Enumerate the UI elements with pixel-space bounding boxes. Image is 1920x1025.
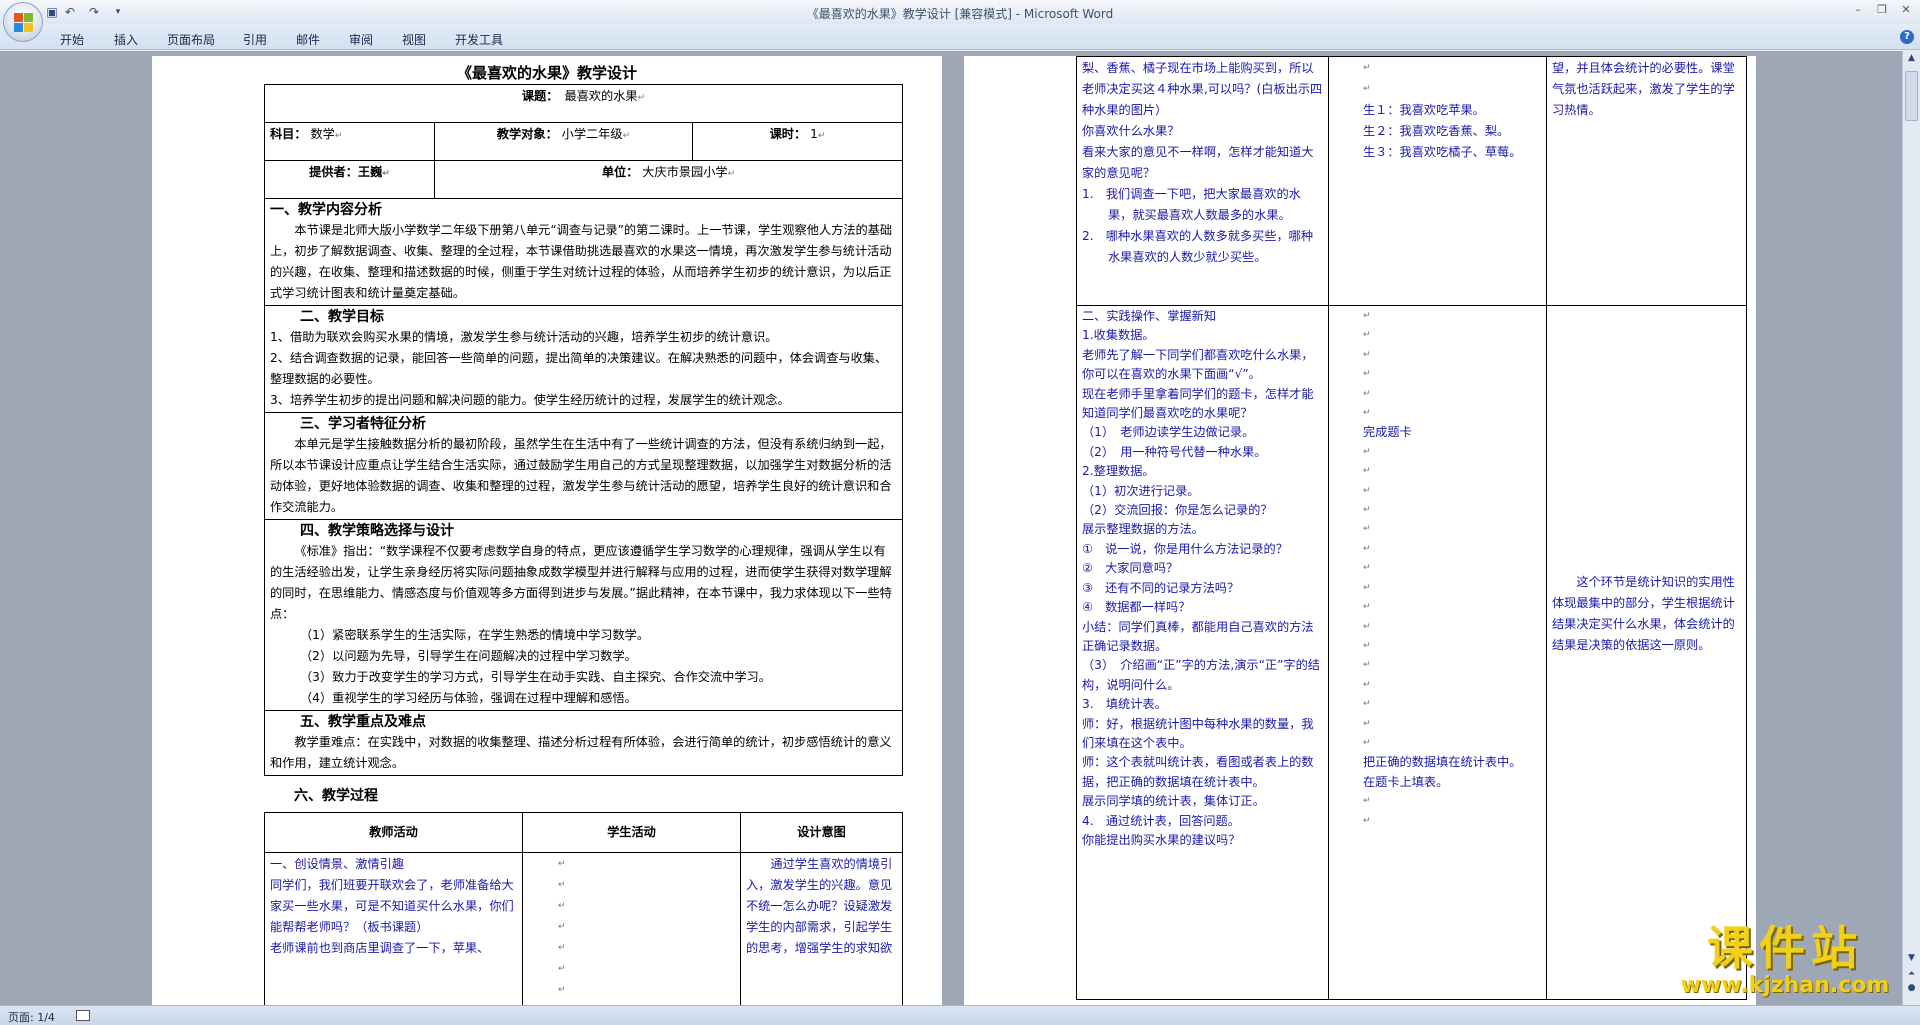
vertical-scrollbar[interactable]: ▲ ▼ ⏶ ● xyxy=(1902,51,1920,1005)
previous-page-icon[interactable]: ⏶ xyxy=(1905,969,1918,982)
tab-references[interactable]: 引用 xyxy=(243,31,267,48)
design-intent-cell-2[interactable]: 望，并且体会统计的必要性。课堂气氛也活跃起来，激发了学生的学习热情。 xyxy=(1546,56,1747,306)
tab-developer[interactable]: 开发工具 xyxy=(455,31,503,48)
scrollbar-thumb[interactable] xyxy=(1905,71,1918,121)
proofing-icon[interactable] xyxy=(76,1010,90,1021)
teacher-activity-cell-3[interactable]: 二、实践操作、掌握新知 1.收集数据。 老师先了解一下同学们都喜欢吃什么水果，你可以… xyxy=(1076,305,1329,1000)
help-icon[interactable]: ? xyxy=(1900,30,1914,44)
document-page-1[interactable]: 《最喜欢的水果》教学设计 课题： 最喜欢的水果↵ 科目： 数学↵ 教学对象： 小… xyxy=(152,56,942,1005)
section-content-analysis[interactable]: 一、教学内容分析 本节课是北师大版小学数学二年级下册第八单元“调查与记录”的第二课… xyxy=(263,198,904,306)
site-watermark: 课件站 www.kjzhan.com xyxy=(1665,922,1905,1002)
watermark-main: 课件站 xyxy=(1707,921,1863,975)
topic-row[interactable]: 课题： 最喜欢的水果↵ xyxy=(263,84,904,123)
design-intent-cell[interactable]: 通过学生喜欢的情境引入，激发学生的兴趣。意见不统一怎么办呢？设疑激发学生的内部需… xyxy=(740,852,903,1005)
select-browse-object-icon[interactable]: ● xyxy=(1905,983,1918,996)
provider-cell[interactable]: 提供者：王巍↵ xyxy=(264,160,435,199)
section-strategy[interactable]: 四、教学策略选择与设计 《标准》指出：“数学课程不仅要考虑数学自身的特点，更应该遵… xyxy=(263,519,904,711)
col-design-header: 设计意图 xyxy=(740,812,903,853)
ribbon-tabs: 开始 插入 页面布局 引用 邮件 审阅 视图 开发工具 xyxy=(0,24,1920,50)
document-area: 《最喜欢的水果》教学设计 课题： 最喜欢的水果↵ 科目： 数学↵ 教学对象： 小… xyxy=(0,51,1902,1005)
section-key-points[interactable]: 五、教学重点及难点 教学重难点：在实践中，对数据的收集整理、描述分析过程有所体验，… xyxy=(263,710,904,776)
subject-cell[interactable]: 科目： 数学↵ xyxy=(264,122,435,161)
tab-mailings[interactable]: 邮件 xyxy=(296,31,320,48)
document-page-2[interactable]: 梨、香蕉、橘子现在市场上能购买到，所以老师决定买这４种水果,可以吗？(白板出示四… xyxy=(964,56,1756,1005)
scroll-up-icon[interactable]: ▲ xyxy=(1905,53,1918,66)
tab-insert[interactable]: 插入 xyxy=(114,31,138,48)
restore-icon[interactable]: ❐ xyxy=(1872,2,1892,18)
tab-view[interactable]: 视图 xyxy=(402,31,426,48)
col-teacher-header: 教师活动 xyxy=(264,812,523,853)
unit-cell[interactable]: 单位： 大庆市景园小学↵ xyxy=(433,160,904,199)
page-indicator[interactable]: 页面: 1/4 xyxy=(8,1009,55,1025)
col-student-header: 学生活动 xyxy=(522,812,741,853)
close-icon[interactable]: ✕ xyxy=(1896,2,1916,18)
hours-cell[interactable]: 课时： 1↵ xyxy=(691,122,904,161)
title-bar: ▣ ↶ ↷ ▾ 《最喜欢的水果》教学设计 [兼容模式] - Microsoft … xyxy=(0,0,1920,42)
section-process-title: 六、教学过程 xyxy=(294,788,378,804)
window-title: 《最喜欢的水果》教学设计 [兼容模式] - Microsoft Word xyxy=(806,7,1114,21)
teacher-activity-cell[interactable]: 一、创设情景、激情引趣 同学们，我们班要开联欢会了，老师准备给大家买一些水果，可是… xyxy=(264,852,523,1005)
office-button[interactable] xyxy=(3,2,43,42)
document-title: 《最喜欢的水果》教学设计 xyxy=(456,64,637,82)
design-intent-cell-3[interactable]: 这个环节是统计知识的实用性体现最集中的部分，学生根据统计结果决定买什么水果，体会… xyxy=(1546,305,1747,1000)
teacher-activity-cell-2[interactable]: 梨、香蕉、橘子现在市场上能购买到，所以老师决定买这４种水果,可以吗？(白板出示四… xyxy=(1076,56,1329,306)
office-logo-icon xyxy=(13,12,33,32)
process-table-page2: 梨、香蕉、橘子现在市场上能购买到，所以老师决定买这４种水果,可以吗？(白板出示四… xyxy=(1076,56,1747,1000)
tab-review[interactable]: 审阅 xyxy=(349,31,373,48)
student-activity-cell-2[interactable]: ↵ ↵ 生１：我喜欢吃苹果。 生２：我喜欢吃香蕉、梨。 生３：我喜欢吃橘子、草莓。 xyxy=(1328,56,1547,306)
scroll-down-icon[interactable]: ▼ xyxy=(1905,953,1918,966)
student-activity-cell-3[interactable]: ↵ ↵ ↵ ↵ ↵ ↵ 完成题卡 ↵ ↵ ↵ ↵ ↵ ↵ ↵ ↵ ↵ ↵ ↵ ↵ ↵ ↵ ↵ ↵ 把正确的数据填在统计表… xyxy=(1328,305,1547,1000)
tab-home[interactable]: 开始 xyxy=(60,31,84,48)
lesson-info-table: 课题： 最喜欢的水果↵ 科目： 数学↵ 教学对象： 小学二年级↵ 课时： 1↵ … xyxy=(263,84,904,776)
watermark-url: www.kjzhan.com xyxy=(1680,973,1890,998)
tab-page-layout[interactable]: 页面布局 xyxy=(167,31,215,48)
section-objectives[interactable]: 二、教学目标 1、借助为联欢会购买水果的情境，激发学生参与统计活动的兴趣，培养学生… xyxy=(263,305,904,413)
student-activity-cell[interactable]: ↵ ↵ ↵ ↵ ↵ ↵ ↵ xyxy=(522,852,741,1005)
minimize-icon[interactable]: – xyxy=(1848,2,1868,18)
status-bar: 页面: 1/4 xyxy=(0,1005,1920,1025)
process-table-page1: 教师活动 学生活动 设计意图 一、创设情景、激情引趣 同学们，我们班要开联欢会了，… xyxy=(264,812,903,1005)
audience-cell[interactable]: 教学对象： 小学二年级↵ xyxy=(434,122,693,161)
section-learner-analysis[interactable]: 三、学习者特征分析 本单元是学生接触数据分析的最初阶段，虽然学生在生活中有了一些统… xyxy=(263,412,904,520)
